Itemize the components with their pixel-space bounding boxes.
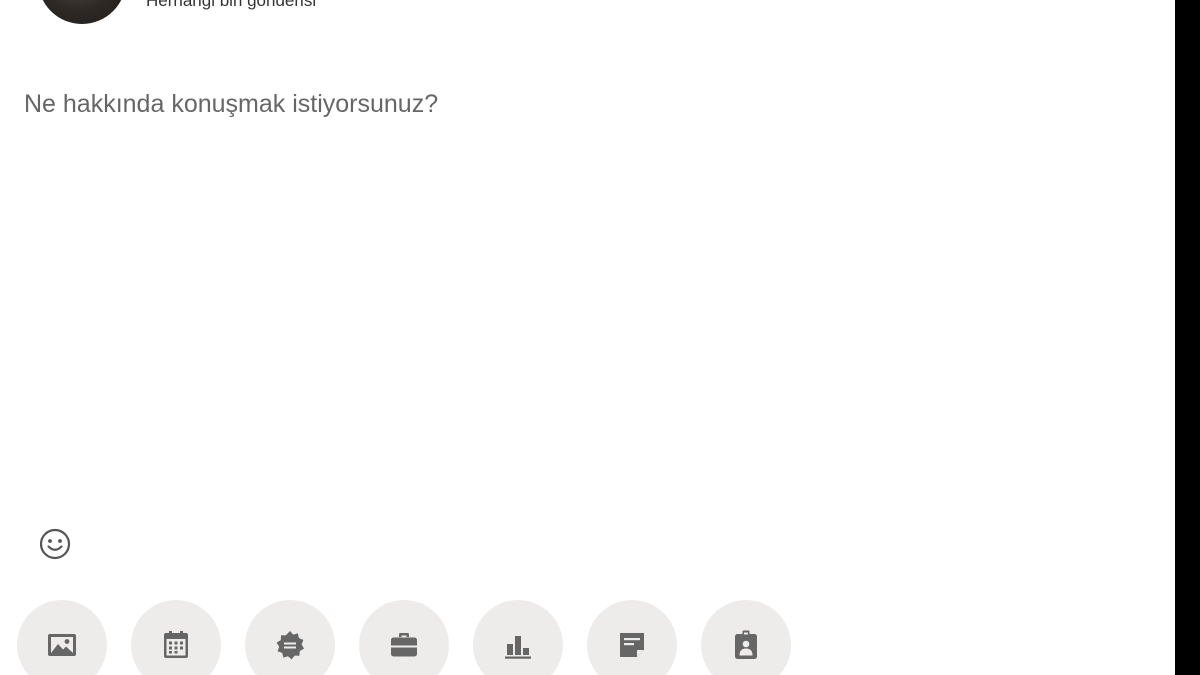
briefcase-icon (391, 633, 417, 657)
document-button[interactable] (587, 600, 677, 675)
service-button[interactable] (701, 600, 791, 675)
emoji-button[interactable] (37, 526, 73, 562)
document-icon (620, 633, 644, 657)
visibility-label[interactable]: Herhangi biri gönderisi (146, 0, 316, 11)
id-badge-icon (735, 630, 757, 659)
smiley-icon (39, 528, 71, 560)
celebrate-button[interactable] (245, 600, 335, 675)
add-media-button[interactable] (17, 600, 107, 675)
avatar (38, 0, 126, 24)
window-edge (1175, 0, 1200, 675)
post-text-input[interactable] (24, 86, 1124, 486)
bar-chart-icon (505, 636, 531, 659)
job-post-button[interactable] (359, 600, 449, 675)
poll-button[interactable] (473, 600, 563, 675)
page: Herhangi biri gönderisi (0, 0, 1200, 675)
create-event-button[interactable] (131, 600, 221, 675)
badge-icon (276, 631, 304, 660)
image-icon (48, 634, 76, 656)
post-composer-dialog: Herhangi biri gönderisi (0, 0, 1175, 675)
calendar-icon (164, 631, 188, 658)
